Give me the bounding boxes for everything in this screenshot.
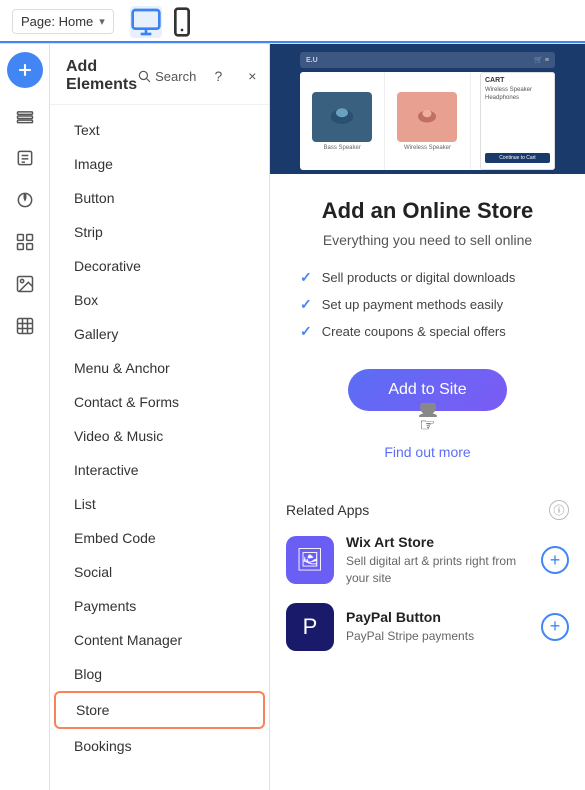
check-icon: ✓: [300, 269, 312, 286]
hero-product-1: Bass Speaker: [300, 72, 385, 170]
app-item-wix-art-store: 🖼 Wix Art Store Sell digital art & print…: [286, 534, 569, 587]
panel-nav: TextImageButtonStripDecorativeBoxGallery…: [50, 105, 269, 790]
top-blue-accent-line: [0, 41, 585, 43]
panel-header-actions: Search ? ×: [137, 64, 264, 88]
layers-icon[interactable]: [5, 96, 45, 136]
mobile-icon[interactable]: [166, 6, 198, 38]
nav-item-blog[interactable]: Blog: [54, 657, 265, 691]
feature-text: Sell products or digital downloads: [322, 270, 516, 285]
panel-header: Add Elements Search ? ×: [50, 44, 269, 105]
related-apps-section: Related Apps ⓘ 🖼 Wix Art Store Sell digi…: [270, 500, 585, 651]
desktop-icon[interactable]: [130, 6, 162, 38]
app-name-paypal-button: PayPal Button: [346, 609, 529, 625]
app-info-wix-art-store: Wix Art Store Sell digital art & prints …: [346, 534, 529, 587]
add-elements-button[interactable]: [7, 52, 43, 88]
nav-item-contact-forms[interactable]: Contact & Forms: [54, 385, 265, 419]
app-info-paypal-button: PayPal Button PayPal Stripe payments: [346, 609, 529, 645]
page-label: Page: Home: [21, 14, 93, 29]
grid-icon[interactable]: [5, 306, 45, 346]
app-add-button-paypal-button[interactable]: +: [541, 613, 569, 641]
feature-item: ✓ Sell products or digital downloads: [300, 264, 555, 291]
nav-item-store[interactable]: Store: [54, 691, 265, 729]
nav-item-box[interactable]: Box: [54, 283, 265, 317]
app-name-wix-art-store: Wix Art Store: [346, 534, 529, 550]
store-hero-image: E.U 🛒 ≡ Bass Speaker Wireless Speaker: [270, 44, 585, 174]
apps-list: 🖼 Wix Art Store Sell digital art & print…: [286, 534, 569, 651]
hero-cart-title: CART: [485, 77, 550, 84]
nav-item-button[interactable]: Button: [54, 181, 265, 215]
nav-item-image[interactable]: Image: [54, 147, 265, 181]
cart-item-2: Headphones: [485, 95, 550, 101]
nav-item-interactive[interactable]: Interactive: [54, 453, 265, 487]
hero-brand: E.U: [306, 57, 318, 64]
nav-item-decorative[interactable]: Decorative: [54, 249, 265, 283]
panel-title: Add Elements: [66, 58, 137, 94]
add-to-site-button[interactable]: Add to Site: [348, 369, 506, 411]
media-icon[interactable]: [5, 264, 45, 304]
hero-browser-bar: E.U 🛒 ≡: [300, 52, 555, 68]
check-icon: ✓: [300, 296, 312, 313]
panel-search-button[interactable]: Search: [137, 69, 196, 84]
feature-item: ✓ Create coupons & special offers: [300, 318, 555, 345]
nav-item-embed-code[interactable]: Embed Code: [54, 521, 265, 555]
top-bar: Page: Home ▾: [0, 0, 585, 44]
check-icon: ✓: [300, 323, 312, 340]
store-info-section: Add an Online Store Everything you need …: [270, 174, 585, 500]
product-label-1: Bass Speaker: [323, 145, 360, 151]
related-apps-header: Related Apps ⓘ: [286, 500, 569, 520]
find-out-more-link[interactable]: Find out more: [290, 444, 565, 460]
left-toolbar: [0, 44, 50, 790]
feature-text: Create coupons & special offers: [322, 324, 506, 339]
chevron-down-icon: ▾: [99, 15, 105, 28]
nav-item-gallery[interactable]: Gallery: [54, 317, 265, 351]
app-icon-wix-art-store: 🖼: [286, 536, 334, 584]
pages-icon[interactable]: [5, 138, 45, 178]
feature-item: ✓ Set up payment methods easily: [300, 291, 555, 318]
nav-item-bookings[interactable]: Bookings: [54, 729, 265, 763]
main-content: E.U 🛒 ≡ Bass Speaker Wireless Speaker: [270, 44, 585, 790]
theme-icon[interactable]: [5, 180, 45, 220]
store-title: Add an Online Store: [290, 198, 565, 224]
product-image-1: [312, 92, 372, 142]
app-desc-wix-art-store: Sell digital art & prints right from you…: [346, 553, 529, 587]
app-item-paypal-button: P PayPal Button PayPal Stripe payments +: [286, 603, 569, 651]
nav-item-strip[interactable]: Strip: [54, 215, 265, 249]
cart-item-1: Wireless Speaker: [485, 87, 550, 93]
related-apps-title: Related Apps: [286, 502, 369, 518]
help-icon[interactable]: ?: [206, 64, 230, 88]
nav-item-menu-anchor[interactable]: Menu & Anchor: [54, 351, 265, 385]
add-elements-panel: Add Elements Search ? × TextImageButtonS…: [50, 44, 270, 790]
device-icons: [130, 6, 198, 38]
product-label-2: Wireless Speaker: [404, 145, 451, 151]
hero-cart-panel: CART Wireless Speaker Headphones Continu…: [480, 72, 555, 170]
nav-item-content-manager[interactable]: Content Manager: [54, 623, 265, 657]
related-apps-info-icon[interactable]: ⓘ: [549, 500, 569, 520]
hero-continue-cart-button: Continue to Cart: [485, 153, 550, 163]
feature-text: Set up payment methods easily: [322, 297, 503, 312]
product-image-2: [397, 92, 457, 142]
cursor-hand-indicator: ☞: [290, 415, 565, 436]
app-desc-paypal-button: PayPal Stripe payments: [346, 628, 529, 645]
feature-list: ✓ Sell products or digital downloads ✓ Set …: [290, 264, 565, 345]
hero-product-2: Wireless Speaker: [385, 72, 470, 170]
apps-icon[interactable]: [5, 222, 45, 262]
nav-item-list[interactable]: List: [54, 487, 265, 521]
app-icon-paypal-button: P: [286, 603, 334, 651]
close-icon[interactable]: ×: [240, 64, 264, 88]
page-selector[interactable]: Page: Home ▾: [12, 9, 114, 34]
app-add-button-wix-art-store[interactable]: +: [541, 546, 569, 574]
nav-item-social[interactable]: Social: [54, 555, 265, 589]
store-subtitle: Everything you need to sell online: [290, 232, 565, 248]
search-label: Search: [155, 69, 196, 84]
nav-item-text[interactable]: Text: [54, 113, 265, 147]
nav-item-video-music[interactable]: Video & Music: [54, 419, 265, 453]
nav-item-payments[interactable]: Payments: [54, 589, 265, 623]
